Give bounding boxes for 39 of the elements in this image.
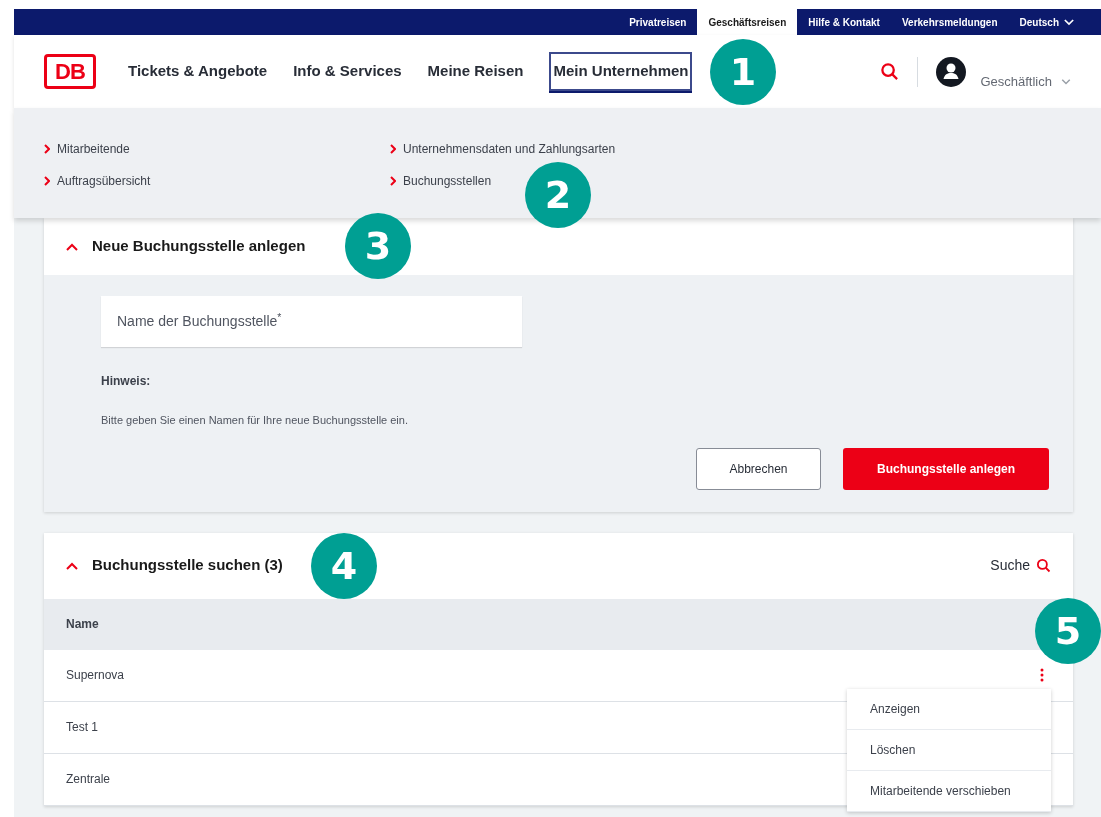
top-bar-link[interactable]: Privatreisen [618,9,698,35]
language-dropdown[interactable]: Deutsch [1008,9,1085,35]
create-button[interactable]: Buchungsstelle anlegen [843,447,1049,490]
nav-link[interactable]: Info & Services [293,60,402,83]
column-header: Name [66,616,99,633]
chevron-down-icon [1061,78,1071,85]
chevron-up-icon [66,561,78,570]
account-dropdown[interactable]: Geschäftlich [980,71,1071,92]
submenu-link[interactable]: Buchungsstellen [390,173,492,189]
nav-link[interactable]: Meine Reisen [427,60,524,83]
name-field[interactable]: Name der Buchungsstelle$^{*}$ [101,296,522,347]
chevron-right-icon [390,144,396,154]
table-cell-text: Supernova [66,667,125,684]
nav-link[interactable]: Tickets & Angebote [128,60,268,83]
search-icon[interactable] [880,62,900,81]
chevron-down-icon [1064,18,1074,26]
nav-link[interactable]: Mein Unternehmen [549,52,693,91]
chevron-right-icon [44,144,50,154]
search-button[interactable]: Suche [990,555,1051,576]
hint-title: Hinweis: [101,373,152,390]
chevron-right-icon [390,176,396,186]
cancel-button[interactable]: Abbrechen [696,447,821,490]
submenu-link[interactable]: Unternehmensdaten und Zahlungsarten [390,141,616,157]
hint-text: Bitte geben Sie einen Namen für Ihre neue Buchungsstelle ein. [101,413,409,428]
top-bar-link[interactable]: Verkehrsmeldungen [890,9,1009,35]
kebab-menu-icon[interactable] [1040,668,1044,682]
top-bar-link[interactable]: Hilfe & Kontakt [797,9,891,35]
submenu-link[interactable]: Mitarbeitende [44,141,130,157]
chevron-right-icon [44,176,50,186]
card-title[interactable]: Buchungsstelle suchen (3) [92,554,283,577]
table-cell-text: Zentrale [66,771,111,788]
search-icon[interactable] [1036,558,1051,573]
card-title[interactable]: Neue Buchungsstelle anlegen [92,235,306,258]
user-avatar-icon[interactable] [936,56,967,87]
logo[interactable]: DB [44,54,96,89]
submenu-link[interactable]: Auftragsübersicht [44,173,151,189]
top-bar-link[interactable]: Geschäftsreisen [697,9,798,35]
table-cell-text: Test 1 [66,719,98,736]
chevron-up-icon [66,242,78,251]
